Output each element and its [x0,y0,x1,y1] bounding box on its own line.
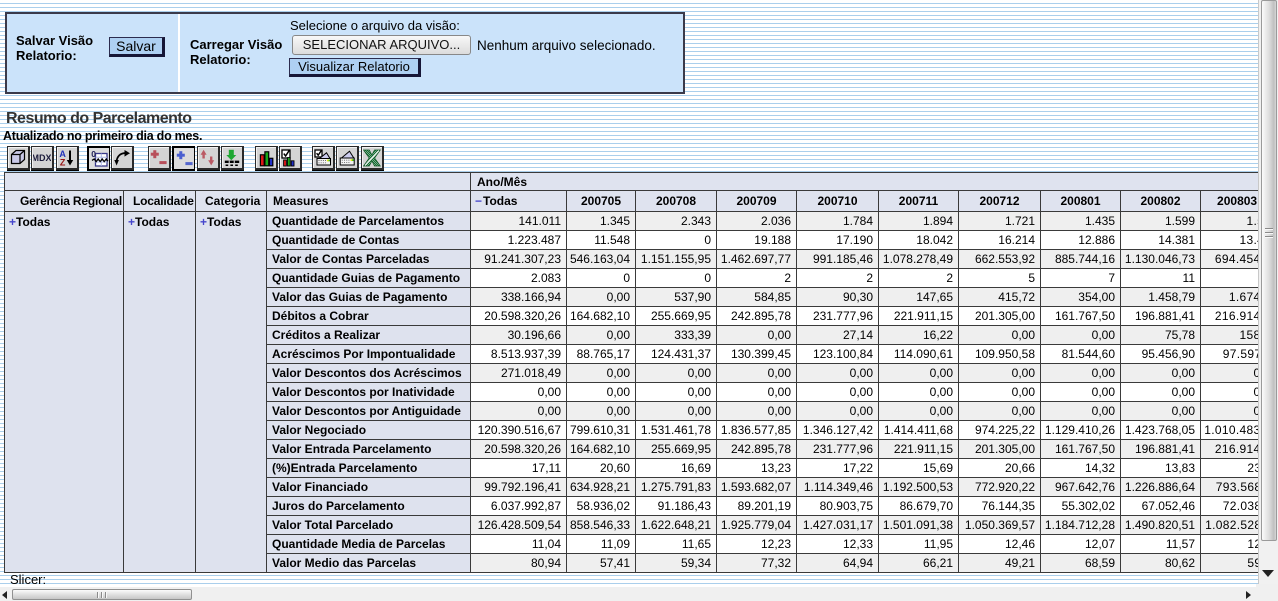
svg-text:Z: Z [60,158,66,168]
svg-text:MDX: MDX [33,153,51,163]
svg-text:0: 0 [91,150,96,159]
